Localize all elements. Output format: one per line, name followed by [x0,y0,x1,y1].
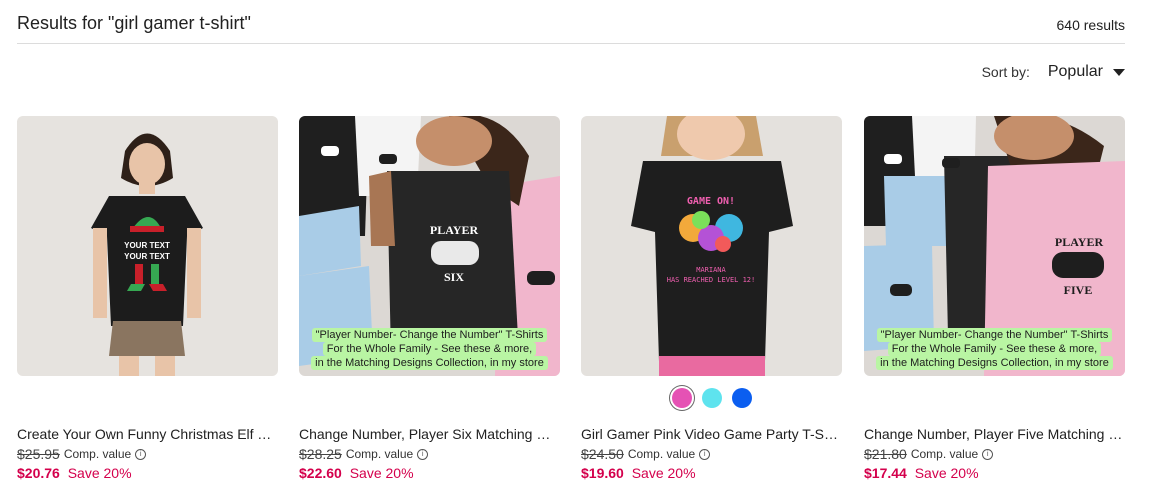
info-icon[interactable]: i [982,448,994,460]
product-image[interactable]: YOUR TEXT YOUR TEXT [17,116,278,376]
price-row: $20.76 Save 20% [17,465,132,481]
price-row: $22.60 Save 20% [299,465,414,481]
shirt-text-line: PLAYER [1055,235,1104,249]
info-icon[interactable]: i [699,448,711,460]
sort-dropdown[interactable]: Popular [1048,63,1125,81]
comp-value-row: $21.80 Comp. value i [864,446,994,462]
swatch-blue[interactable] [731,388,752,408]
swatch-cyan[interactable] [701,388,722,408]
product-card[interactable]: GAME ON! MARIANA HAS REACHED LEVEL 12! G… [581,116,842,486]
info-icon[interactable]: i [135,448,147,460]
comp-label: Comp. value [910,447,979,461]
comp-label: Comp. value [627,447,696,461]
product-card[interactable]: PLAYER SIX "Player Number- Change the Nu… [299,116,560,486]
comp-value-row: $24.50 Comp. value i [581,446,711,462]
promo-line: For the Whole Family - See these & more, [887,342,1102,356]
product-card[interactable]: PLAYER FIVE "Player Number- Change the N… [864,116,1125,486]
shirt-text-line: GAME ON! [687,196,735,207]
game-on-shirt-photo: GAME ON! MARIANA HAS REACHED LEVEL 12! [581,116,842,376]
header-divider [17,43,1125,44]
results-title: Results for "girl gamer t-shirt" [17,13,251,33]
promo-banner: "Player Number- Change the Number" T-Shi… [305,328,554,370]
save-badge: Save 20% [349,465,414,481]
sort-control: Sort by: Popular [982,61,1125,83]
sale-price: $20.76 [17,465,60,481]
promo-line: "Player Number- Change the Number" T-Shi… [311,328,548,342]
results-header: Results for "girl gamer t-shirt" 640 res… [17,11,1125,43]
shirt-text-line: YOUR TEXT [124,241,170,250]
promo-line: For the Whole Family - See these & more, [322,342,537,356]
shirt-text-line: MARIANA [696,266,726,274]
shirt-text-line: YOUR TEXT [124,252,170,261]
product-card[interactable]: YOUR TEXT YOUR TEXT Create Your Own Funn… [17,116,278,486]
sale-price: $17.44 [864,465,907,481]
product-image[interactable]: PLAYER FIVE "Player Number- Change the N… [864,116,1125,376]
product-image[interactable]: GAME ON! MARIANA HAS REACHED LEVEL 12! [581,116,842,376]
comp-price: $24.50 [581,446,624,462]
comp-price: $28.25 [299,446,342,462]
sale-price: $19.60 [581,465,624,481]
save-badge: Save 20% [914,465,979,481]
info-icon[interactable]: i [417,448,429,460]
results-count: 640 results [1056,17,1125,33]
shirt-text-line: SIX [444,270,464,284]
shirt-text-line: FIVE [1064,283,1093,297]
price-row: $19.60 Save 20% [581,465,696,481]
save-badge: Save 20% [631,465,696,481]
price-row: $17.44 Save 20% [864,465,979,481]
promo-banner: "Player Number- Change the Number" T-Shi… [870,328,1119,370]
product-image[interactable]: PLAYER SIX "Player Number- Change the Nu… [299,116,560,376]
sort-label: Sort by: [981,64,1030,80]
product-title[interactable]: Girl Gamer Pink Video Game Party T-Shirt [581,426,842,442]
product-title[interactable]: Change Number, Player Five Matching Gi..… [864,426,1125,442]
sale-price: $22.60 [299,465,342,481]
product-title[interactable]: Create Your Own Funny Christmas Elf Tri.… [17,426,278,442]
product-grid: YOUR TEXT YOUR TEXT Create Your Own Funn… [17,116,1125,496]
shirt-text-line: PLAYER [430,223,479,237]
comp-value-row: $28.25 Comp. value i [299,446,429,462]
elf-shirt-photo: YOUR TEXT YOUR TEXT [17,116,278,376]
promo-line: in the Matching Designs Collection, in m… [311,356,548,370]
chevron-down-icon[interactable] [1113,69,1125,76]
color-swatches [581,388,842,412]
comp-label: Comp. value [63,447,132,461]
save-badge: Save 20% [67,465,132,481]
comp-price: $21.80 [864,446,907,462]
comp-value-row: $25.95 Comp. value i [17,446,147,462]
swatch-pink[interactable] [671,388,692,408]
promo-line: "Player Number- Change the Number" T-Shi… [876,328,1113,342]
comp-label: Comp. value [345,447,414,461]
comp-price: $25.95 [17,446,60,462]
sort-value[interactable]: Popular [1048,63,1103,81]
promo-line: in the Matching Designs Collection, in m… [876,356,1113,370]
product-title[interactable]: Change Number, Player Six Matching Gir..… [299,426,560,442]
shirt-text-line: HAS REACHED LEVEL 12! [667,276,756,284]
